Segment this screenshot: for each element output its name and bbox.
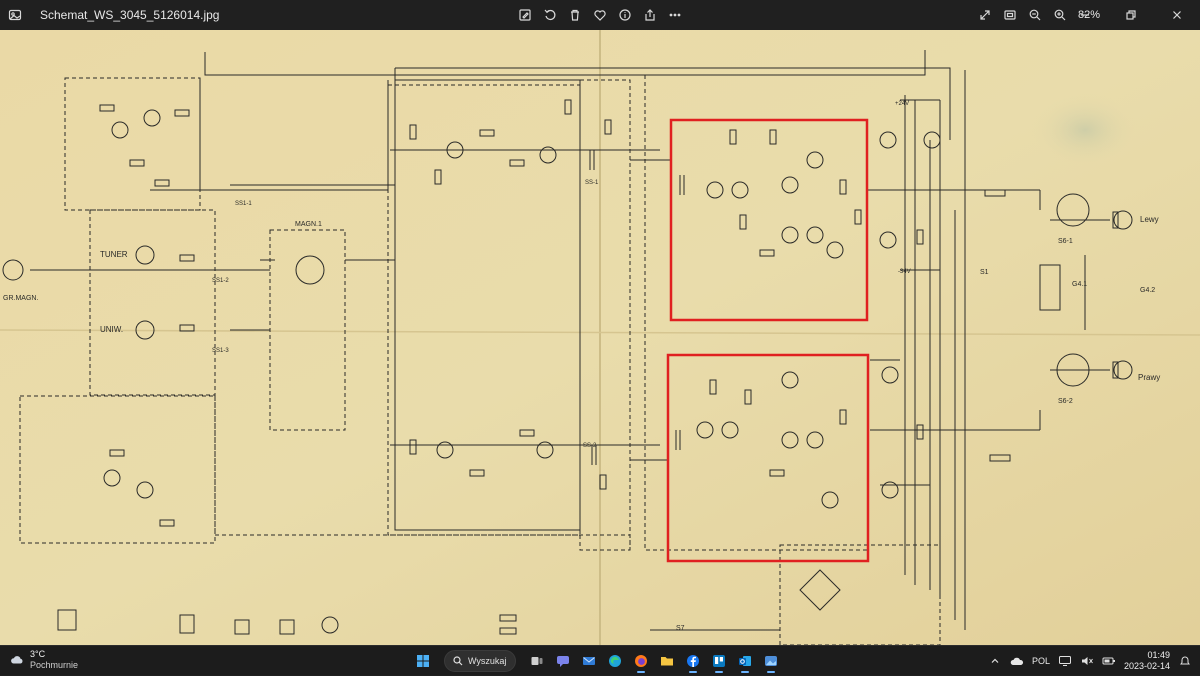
language-indicator[interactable]: POL [1032, 656, 1050, 666]
minimize-icon[interactable] [1062, 0, 1108, 30]
chat-icon[interactable] [552, 649, 574, 673]
photos-icon[interactable] [760, 649, 782, 673]
fullscreen-icon[interactable] [972, 0, 997, 30]
outlook-icon[interactable] [734, 649, 756, 673]
label-ss1-3: SS1-3 [212, 348, 229, 354]
close-icon[interactable] [1154, 0, 1200, 30]
battery-icon[interactable] [1102, 654, 1116, 668]
label-ss1-1: SS1-1 [235, 201, 252, 207]
clock[interactable]: 01:49 2023-02-14 [1124, 650, 1170, 672]
label-gr-magn: GR.MAGN. [3, 295, 38, 302]
delete-icon[interactable] [562, 0, 587, 30]
folder-icon[interactable] [656, 649, 678, 673]
search-label: Wyszukaj [468, 656, 507, 666]
task-view-icon[interactable] [526, 649, 548, 673]
schematic-image: TUNER UNIW. GR.MAGN. MAGN.1 Lewy Prawy S… [0, 30, 1200, 645]
zoom-out-icon[interactable] [1022, 0, 1047, 30]
facebook-icon[interactable] [682, 649, 704, 673]
start-icon[interactable] [412, 649, 434, 673]
file-name: Schemat_WS_3045_5126014.jpg [40, 8, 220, 22]
edit-image-icon[interactable] [512, 0, 537, 30]
volume-icon[interactable] [1080, 654, 1094, 668]
weather-widget[interactable]: 3°C Pochmurnie [10, 649, 78, 671]
fit-window-icon[interactable] [997, 0, 1022, 30]
weather-condition: Pochmurnie [30, 660, 79, 670]
restore-icon[interactable] [1108, 0, 1154, 30]
window-controls [1062, 0, 1200, 30]
search-box[interactable]: Wyszukaj [444, 650, 516, 672]
label-ss1-2: SS1-2 [212, 278, 229, 284]
label-tuner: TUNER [100, 250, 128, 259]
label-s7: S7 [676, 625, 685, 632]
label-lewy: Lewy [1140, 215, 1159, 224]
label-minus34v: -34V [898, 269, 911, 275]
label-plus24v: +24V [895, 101, 909, 107]
label-s1: S1 [980, 269, 989, 276]
taskbar: 3°C Pochmurnie Wyszukaj POL 01:49 2023-0… [0, 645, 1200, 675]
photos-app-icon [0, 0, 30, 30]
more-icon[interactable] [662, 0, 687, 30]
weather-temperature: 3°C [30, 649, 46, 659]
info-icon[interactable] [612, 0, 637, 30]
label-ss-2: SS-2 [583, 443, 597, 449]
edge-icon[interactable] [604, 649, 626, 673]
favorite-icon[interactable] [587, 0, 612, 30]
taskbar-apps: Wyszukaj [412, 648, 782, 674]
command-bar [512, 0, 687, 30]
notification-icon[interactable] [1178, 654, 1192, 668]
label-s6-2: S6-2 [1058, 398, 1073, 405]
share-icon[interactable] [637, 0, 662, 30]
chevron-up-icon[interactable] [988, 654, 1002, 668]
label-uniw: UNIW. [100, 325, 123, 334]
firefox-icon[interactable] [630, 649, 652, 673]
label-ss-1: SS-1 [585, 180, 599, 186]
onedrive-icon[interactable] [1010, 654, 1024, 668]
clock-time: 01:49 [1147, 650, 1170, 660]
title-bar: Schemat_WS_3045_5126014.jpg 82% [0, 0, 1200, 30]
display-icon[interactable] [1058, 654, 1072, 668]
cloud-icon [10, 653, 24, 667]
trello-icon[interactable] [708, 649, 730, 673]
mail-icon[interactable] [578, 649, 600, 673]
image-canvas[interactable]: TUNER UNIW. GR.MAGN. MAGN.1 Lewy Prawy S… [0, 30, 1200, 645]
clock-date: 2023-02-14 [1123, 661, 1170, 671]
label-s6-1: S6-1 [1058, 238, 1073, 245]
label-g4-1: G4.1 [1072, 281, 1087, 288]
search-icon [453, 656, 463, 666]
label-g4-2: G4.2 [1140, 287, 1155, 294]
rotate-icon[interactable] [537, 0, 562, 30]
label-magn: MAGN.1 [295, 221, 322, 228]
system-tray: POL 01:49 2023-02-14 [988, 646, 1192, 676]
label-prawy: Prawy [1138, 373, 1160, 382]
